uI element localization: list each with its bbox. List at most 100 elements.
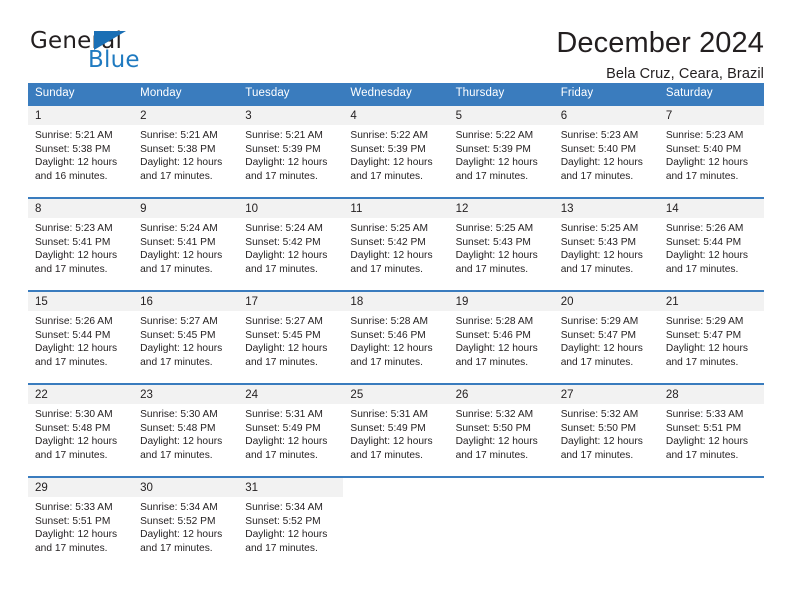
day-details: Sunrise: 5:28 AM Sunset: 5:46 PM Daylight:… [449, 311, 554, 369]
calendar-day-cell[interactable]: 28 Sunrise: 5:33 AM Sunset: 5:51 PM Dayligh… [658, 383, 764, 477]
sunrise-time: Sunrise: 5:25 AM [455, 223, 534, 234]
daylight-duration-line2: and 17 minutes. [140, 263, 213, 275]
day-details: Sunrise: 5:31 AM Sunset: 5:49 PM Daylight:… [238, 404, 343, 462]
day-cell-inner: 24 Sunrise: 5:31 AM Sunset: 5:49 PM Dayligh… [238, 385, 344, 476]
calendar-day-cell[interactable]: 17 Sunrise: 5:27 AM Sunset: 5:45 PM Dayligh… [238, 290, 344, 384]
sunset-time: Sunset: 5:47 PM [560, 329, 637, 341]
sunrise-time: Sunrise: 5:21 AM [140, 130, 218, 141]
sunset-time: Sunset: 5:51 PM [35, 515, 111, 527]
day-details: Sunrise: 5:25 AM Sunset: 5:43 PM Daylight:… [554, 218, 659, 276]
calendar-day-cell[interactable]: 16 Sunrise: 5:27 AM Sunset: 5:45 PM Dayligh… [133, 290, 239, 384]
calendar-day-cell[interactable]: 24 Sunrise: 5:31 AM Sunset: 5:49 PM Dayligh… [238, 383, 344, 477]
sunset-time: Sunset: 5:39 PM [455, 143, 531, 155]
calendar-day-cell[interactable]: 13 Sunrise: 5:25 AM Sunset: 5:43 PM Dayligh… [553, 197, 659, 291]
weekday-header-tuesday: Tuesday [238, 83, 344, 105]
day-number [553, 478, 659, 497]
calendar-day-cell[interactable]: 10 Sunrise: 5:24 AM Sunset: 5:42 PM Dayligh… [238, 197, 344, 291]
day-details: Sunrise: 5:22 AM Sunset: 5:39 PM Daylight:… [449, 125, 554, 183]
daylight-duration-line2: and 17 minutes. [35, 449, 108, 461]
sunset-time: Sunset: 5:47 PM [665, 329, 742, 341]
day-number: 19 [448, 292, 554, 311]
day-cell-inner: 7 Sunrise: 5:23 AM Sunset: 5:40 PM Daylight… [658, 106, 764, 197]
daylight-duration-line2: and 17 minutes. [665, 356, 739, 368]
weekday-header-friday: Friday [553, 83, 659, 105]
day-number: 18 [343, 292, 449, 311]
calendar-day-cell[interactable]: 2 Sunrise: 5:21 AM Sunset: 5:38 PM Daylight… [133, 104, 239, 198]
daylight-duration-line2: and 17 minutes. [560, 170, 634, 182]
sunrise-time: Sunrise: 5:24 AM [245, 223, 323, 234]
day-number: 9 [133, 199, 239, 218]
day-details: Sunrise: 5:22 AM Sunset: 5:39 PM Daylight:… [343, 125, 448, 183]
sunset-time: Sunset: 5:39 PM [350, 143, 426, 155]
sunset-time: Sunset: 5:40 PM [665, 143, 742, 155]
calendar-day-cell[interactable]: 26 Sunrise: 5:32 AM Sunset: 5:50 PM Dayligh… [448, 383, 554, 477]
sunset-time: Sunset: 5:38 PM [35, 143, 111, 155]
calendar-day-cell[interactable]: 25 Sunrise: 5:31 AM Sunset: 5:49 PM Dayligh… [343, 383, 449, 477]
calendar-day-cell[interactable]: 7 Sunrise: 5:23 AM Sunset: 5:40 PM Daylight… [658, 104, 764, 198]
daylight-duration-line2: and 17 minutes. [350, 449, 423, 461]
calendar-header-row: Sunday Monday Tuesday Wednesday Thursday… [28, 83, 764, 105]
sunset-time: Sunset: 5:49 PM [350, 422, 426, 434]
day-number [343, 478, 449, 497]
general-blue-logo: General Blue [28, 28, 178, 76]
calendar-day-cell[interactable]: 29 Sunrise: 5:33 AM Sunset: 5:51 PM Dayligh… [28, 476, 134, 569]
calendar-day-cell[interactable]: 27 Sunrise: 5:32 AM Sunset: 5:50 PM Dayligh… [553, 383, 659, 477]
calendar-day-cell[interactable]: 14 Sunrise: 5:26 AM Sunset: 5:44 PM Dayligh… [658, 197, 764, 291]
calendar-day-cell[interactable]: 21 Sunrise: 5:29 AM Sunset: 5:47 PM Dayligh… [658, 290, 764, 384]
day-number: 4 [343, 106, 449, 125]
day-cell-inner: 25 Sunrise: 5:31 AM Sunset: 5:49 PM Dayligh… [343, 385, 449, 476]
calendar-day-cell[interactable]: 4 Sunrise: 5:22 AM Sunset: 5:39 PM Daylight… [343, 104, 449, 198]
daylight-duration-line1: Daylight: 12 hours [665, 157, 748, 169]
calendar-day-cell[interactable]: 12 Sunrise: 5:25 AM Sunset: 5:43 PM Dayligh… [448, 197, 554, 291]
daylight-duration-line1: Daylight: 12 hours [35, 250, 118, 262]
day-details: Sunrise: 5:27 AM Sunset: 5:45 PM Daylight:… [238, 311, 343, 369]
calendar-day-cell[interactable]: 19 Sunrise: 5:28 AM Sunset: 5:46 PM Dayligh… [448, 290, 554, 384]
day-cell-inner: 29 Sunrise: 5:33 AM Sunset: 5:51 PM Dayligh… [28, 478, 134, 569]
calendar-day-cell-empty [448, 476, 554, 569]
daylight-duration-line2: and 17 minutes. [140, 356, 213, 368]
daylight-duration-line1: Daylight: 12 hours [455, 157, 538, 169]
calendar-body: 1 Sunrise: 5:21 AM Sunset: 5:38 PM Daylight… [28, 104, 764, 569]
day-cell-inner: 5 Sunrise: 5:22 AM Sunset: 5:39 PM Daylight… [448, 106, 554, 197]
day-details: Sunrise: 5:28 AM Sunset: 5:46 PM Daylight:… [343, 311, 448, 369]
sunrise-time: Sunrise: 5:28 AM [455, 316, 534, 327]
calendar-day-cell[interactable]: 11 Sunrise: 5:25 AM Sunset: 5:42 PM Dayligh… [343, 197, 449, 291]
calendar-day-cell[interactable]: 1 Sunrise: 5:21 AM Sunset: 5:38 PM Daylight… [28, 104, 134, 198]
day-cell-inner: 30 Sunrise: 5:34 AM Sunset: 5:52 PM Dayligh… [133, 478, 239, 569]
day-cell-inner: 2 Sunrise: 5:21 AM Sunset: 5:38 PM Daylight… [133, 106, 239, 197]
daylight-duration-line1: Daylight: 12 hours [560, 250, 643, 262]
sunrise-time: Sunrise: 5:22 AM [455, 130, 534, 141]
day-cell-inner: 4 Sunrise: 5:22 AM Sunset: 5:39 PM Daylight… [343, 106, 449, 197]
day-details: Sunrise: 5:23 AM Sunset: 5:40 PM Daylight:… [659, 125, 764, 183]
daylight-duration-line2: and 17 minutes. [35, 263, 108, 275]
day-details: Sunrise: 5:21 AM Sunset: 5:38 PM Daylight:… [133, 125, 238, 183]
daylight-duration-line1: Daylight: 12 hours [350, 343, 433, 355]
calendar-day-cell[interactable]: 9 Sunrise: 5:24 AM Sunset: 5:41 PM Daylight… [133, 197, 239, 291]
day-number: 8 [28, 199, 134, 218]
calendar-day-cell[interactable]: 18 Sunrise: 5:28 AM Sunset: 5:46 PM Dayligh… [343, 290, 449, 384]
calendar-day-cell[interactable]: 6 Sunrise: 5:23 AM Sunset: 5:40 PM Daylight… [553, 104, 659, 198]
calendar-week-row: 1 Sunrise: 5:21 AM Sunset: 5:38 PM Daylight… [28, 104, 764, 198]
sunset-time: Sunset: 5:51 PM [665, 422, 742, 434]
calendar-day-cell[interactable]: 20 Sunrise: 5:29 AM Sunset: 5:47 PM Dayligh… [553, 290, 659, 384]
calendar-day-cell[interactable]: 30 Sunrise: 5:34 AM Sunset: 5:52 PM Dayligh… [133, 476, 239, 569]
day-number: 1 [28, 106, 134, 125]
daylight-duration-line2: and 17 minutes. [350, 263, 423, 275]
daylight-duration-line2: and 17 minutes. [350, 356, 423, 368]
calendar-day-cell[interactable]: 22 Sunrise: 5:30 AM Sunset: 5:48 PM Dayligh… [28, 383, 134, 477]
calendar-day-cell[interactable]: 23 Sunrise: 5:30 AM Sunset: 5:48 PM Dayligh… [133, 383, 239, 477]
sunrise-time: Sunrise: 5:25 AM [350, 223, 429, 234]
day-cell-inner: 16 Sunrise: 5:27 AM Sunset: 5:45 PM Dayligh… [133, 292, 239, 383]
calendar-day-cell[interactable]: 5 Sunrise: 5:22 AM Sunset: 5:39 PM Daylight… [448, 104, 554, 198]
day-cell-inner: 11 Sunrise: 5:25 AM Sunset: 5:42 PM Dayligh… [343, 199, 449, 290]
daylight-duration-line1: Daylight: 12 hours [245, 436, 328, 448]
daylight-duration-line2: and 17 minutes. [455, 356, 529, 368]
calendar-day-cell[interactable]: 8 Sunrise: 5:23 AM Sunset: 5:41 PM Daylight… [28, 197, 134, 291]
calendar-day-cell[interactable]: 15 Sunrise: 5:26 AM Sunset: 5:44 PM Dayligh… [28, 290, 134, 384]
daylight-duration-line1: Daylight: 12 hours [245, 343, 328, 355]
day-cell-inner: 10 Sunrise: 5:24 AM Sunset: 5:42 PM Dayligh… [238, 199, 344, 290]
day-cell-inner: 9 Sunrise: 5:24 AM Sunset: 5:41 PM Daylight… [133, 199, 239, 290]
calendar-day-cell[interactable]: 31 Sunrise: 5:34 AM Sunset: 5:52 PM Dayligh… [238, 476, 344, 569]
day-cell-inner [553, 478, 659, 569]
calendar-day-cell[interactable]: 3 Sunrise: 5:21 AM Sunset: 5:39 PM Daylight… [238, 104, 344, 198]
